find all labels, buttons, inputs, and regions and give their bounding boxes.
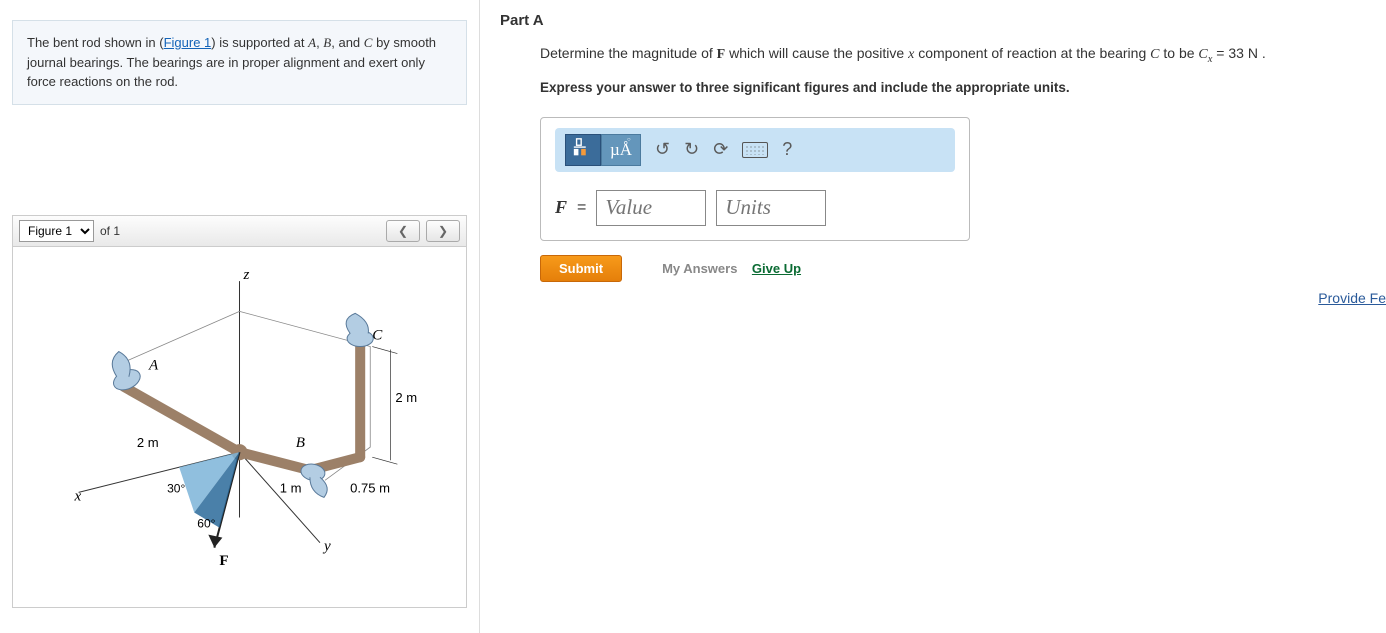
redo-icon: ↻ bbox=[684, 139, 699, 160]
value-input[interactable] bbox=[596, 190, 706, 226]
chevron-left-icon: ❮ bbox=[398, 224, 408, 238]
my-answers-label: My Answers bbox=[662, 261, 737, 276]
submit-row: Submit My Answers Give Up bbox=[540, 255, 1386, 282]
figure-canvas: z x y A B C F 2 m 2 m 1 m 0.75 m 30° 60° bbox=[13, 247, 466, 607]
cx-symbol: C bbox=[1198, 47, 1207, 62]
svg-text:1 m: 1 m bbox=[280, 480, 302, 495]
units-input[interactable] bbox=[716, 190, 826, 226]
keyboard-icon bbox=[742, 142, 768, 158]
problem-text: , and bbox=[331, 35, 364, 50]
q-text: to be bbox=[1159, 45, 1198, 61]
q-text: Determine the magnitude of bbox=[540, 45, 717, 61]
fraction-template-icon bbox=[572, 137, 594, 162]
figure-next-button[interactable]: ❯ bbox=[426, 220, 460, 242]
force-symbol: F bbox=[717, 47, 726, 62]
q-text: which will cause the positive bbox=[725, 45, 908, 61]
special-chars-button[interactable]: ○ µÅ bbox=[601, 134, 641, 166]
svg-text:x: x bbox=[74, 488, 82, 504]
reset-button[interactable]: ⟳ bbox=[713, 139, 728, 160]
svg-text:60°: 60° bbox=[197, 516, 215, 530]
q-text: = 33 N . bbox=[1212, 45, 1265, 61]
svg-text:B: B bbox=[296, 435, 305, 451]
q-text: component of reaction at the bearing bbox=[914, 45, 1150, 61]
answer-variable: F bbox=[555, 197, 567, 218]
svg-text:y: y bbox=[322, 538, 331, 554]
problem-text: ) is supported at bbox=[211, 35, 308, 50]
svg-text:30°: 30° bbox=[167, 481, 185, 495]
svg-text:F: F bbox=[219, 552, 228, 568]
figure-toolbar: Figure 1 of 1 ❮ ❯ bbox=[13, 216, 466, 247]
part-label: Part A bbox=[500, 12, 1386, 29]
keyboard-button[interactable] bbox=[742, 142, 768, 158]
submit-button[interactable]: Submit bbox=[540, 255, 622, 282]
redo-button[interactable]: ↻ bbox=[684, 139, 699, 160]
svg-text:2 m: 2 m bbox=[395, 389, 417, 404]
figure-prev-button[interactable]: ❮ bbox=[386, 220, 420, 242]
point-a: A bbox=[308, 35, 316, 50]
help-button[interactable]: ? bbox=[782, 139, 792, 160]
reset-icon: ⟳ bbox=[713, 139, 728, 160]
provide-feedback-link[interactable]: Provide Fe bbox=[1318, 290, 1386, 306]
undo-icon: ↺ bbox=[655, 139, 670, 160]
svg-text:z: z bbox=[243, 267, 250, 283]
figure-panel: Figure 1 of 1 ❮ ❯ bbox=[12, 215, 467, 608]
svg-text:0.75 m: 0.75 m bbox=[350, 480, 390, 495]
templates-button[interactable] bbox=[565, 134, 601, 166]
answer-row: F = bbox=[555, 190, 955, 226]
svg-text:C: C bbox=[372, 327, 383, 343]
figure-link[interactable]: Figure 1 bbox=[164, 35, 212, 50]
mu-a-label: µÅ bbox=[610, 140, 632, 160]
figure-count-label: of 1 bbox=[100, 224, 120, 238]
svg-text:A: A bbox=[148, 357, 159, 373]
help-icon: ? bbox=[782, 139, 792, 160]
answer-box: ○ µÅ ↺ ↻ ⟳ ? F = bbox=[540, 117, 970, 241]
give-up-link[interactable]: Give Up bbox=[752, 261, 801, 276]
answer-toolbar: ○ µÅ ↺ ↻ ⟳ ? bbox=[555, 128, 955, 172]
equals-sign: = bbox=[577, 199, 586, 217]
ring-accent-icon: ○ bbox=[627, 137, 631, 143]
figure-selector[interactable]: Figure 1 bbox=[19, 220, 94, 242]
problem-statement: The bent rod shown in (Figure 1) is supp… bbox=[12, 20, 467, 105]
svg-text:2 m: 2 m bbox=[137, 435, 159, 450]
question-text: Determine the magnitude of F which will … bbox=[540, 43, 1386, 68]
chevron-right-icon: ❯ bbox=[438, 224, 448, 238]
instruction-text: Express your answer to three significant… bbox=[540, 80, 1386, 95]
undo-button[interactable]: ↺ bbox=[655, 139, 670, 160]
problem-text: The bent rod shown in ( bbox=[27, 35, 164, 50]
